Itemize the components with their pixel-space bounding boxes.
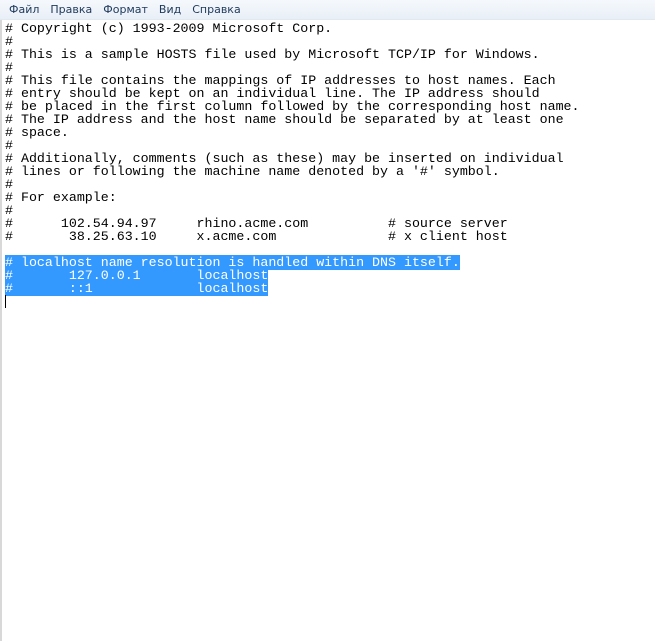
text-line: # For example: xyxy=(5,190,117,205)
text-line: # Copyright (c) 1993-2009 Microsoft Corp… xyxy=(5,21,333,36)
document-text[interactable]: # Copyright (c) 1993-2009 Microsoft Corp… xyxy=(2,20,655,308)
menu-view[interactable]: Вид xyxy=(154,3,186,16)
text-line: # 38.25.63.10 x.acme.com # x client host xyxy=(5,229,508,244)
menu-edit[interactable]: Правка xyxy=(45,3,97,16)
text-line: # The IP address and the host name shoul… xyxy=(5,112,564,127)
selected-text: # ::1 localhost xyxy=(5,281,269,296)
text-editor[interactable]: # Copyright (c) 1993-2009 Microsoft Corp… xyxy=(0,20,655,641)
selected-line: # ::1 localhost xyxy=(5,281,655,296)
menu-file[interactable]: Файл xyxy=(4,3,44,16)
text-line: # This is a sample HOSTS file used by Mi… xyxy=(5,47,540,62)
text-line: # space. xyxy=(5,125,69,140)
text-caret xyxy=(5,295,6,308)
menu-format[interactable]: Формат xyxy=(98,3,153,16)
text-line: # lines or following the machine name de… xyxy=(5,164,500,179)
menu-help[interactable]: Справка xyxy=(187,3,245,16)
menu-bar: Файл Правка Формат Вид Справка xyxy=(0,0,655,20)
